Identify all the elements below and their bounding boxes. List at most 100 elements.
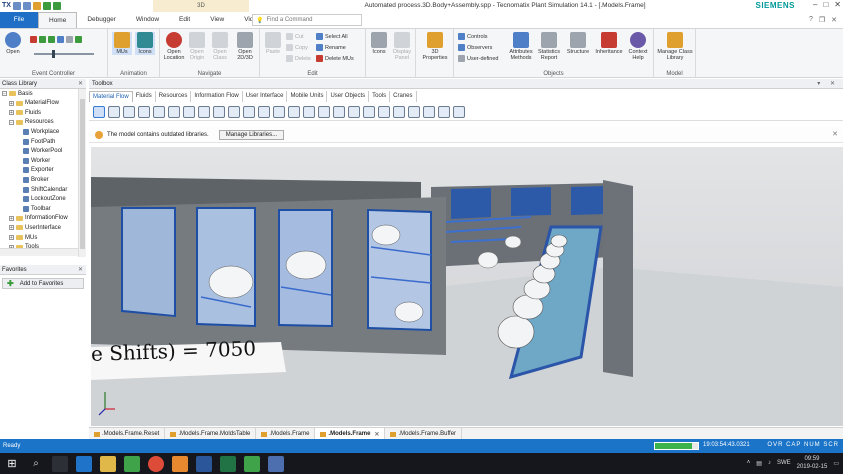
turntable-icon[interactable]: [318, 105, 330, 118]
attributes-methods-button[interactable]: Attributes Methods: [508, 32, 534, 61]
toolbox-tab[interactable]: Material Flow: [89, 91, 133, 102]
notifications-icon[interactable]: ▭: [833, 460, 839, 467]
copy-button[interactable]: Copy: [286, 44, 308, 51]
plant-sim-active-icon[interactable]: [268, 455, 284, 472]
tree-item[interactable]: Broker: [16, 175, 49, 184]
toolbox-tab[interactable]: User Objects: [327, 91, 370, 102]
display-panel-button[interactable]: Display Panel: [391, 32, 413, 61]
line-icon[interactable]: [288, 105, 300, 118]
tree-item[interactable]: LockoutZone: [16, 195, 66, 204]
frame-icon[interactable]: [438, 105, 450, 118]
expand-toggle-icon[interactable]: −: [2, 91, 7, 97]
track-icon[interactable]: [363, 105, 375, 118]
windows-start-icon[interactable]: ⊞: [4, 456, 20, 472]
tree-vertical-scrollbar[interactable]: [78, 89, 86, 257]
tree-item[interactable]: + InformationFlow: [9, 214, 68, 223]
tree-item[interactable]: + MUs: [9, 233, 37, 242]
run-icon[interactable]: [52, 2, 61, 10]
connector-icon[interactable]: [123, 105, 135, 118]
cycle-icon[interactable]: [273, 105, 285, 118]
network-icon[interactable]: ▤: [756, 460, 762, 467]
new-file-icon[interactable]: [12, 2, 21, 10]
edge-icon[interactable]: [76, 455, 92, 472]
expand-toggle-icon[interactable]: +: [9, 215, 14, 221]
open-location-button[interactable]: Open Location: [163, 32, 185, 61]
select-all-button[interactable]: Select All: [316, 33, 348, 40]
two-lane-track-icon[interactable]: [378, 105, 390, 118]
icons-toggle-button[interactable]: Icons: [135, 32, 155, 55]
flow-control-icon[interactable]: [408, 105, 420, 118]
app-icon[interactable]: [124, 455, 140, 472]
shift-icon[interactable]: [228, 105, 240, 118]
tab-view[interactable]: View: [200, 12, 234, 28]
user-defined-button[interactable]: User-defined: [458, 55, 499, 62]
tab-window[interactable]: Window: [126, 12, 169, 28]
close-icon[interactable]: ✕: [834, 0, 841, 9]
explorer-icon[interactable]: [100, 455, 116, 472]
pointer-icon[interactable]: [93, 105, 105, 118]
step-icon[interactable]: [48, 36, 55, 43]
dismantle-icon[interactable]: [213, 105, 225, 118]
statistics-report-button[interactable]: Statistics Report: [536, 32, 562, 61]
play-icon[interactable]: [42, 2, 51, 10]
clock[interactable]: 09:59 2019-02-15: [797, 455, 828, 471]
context-tab-3d[interactable]: 3D: [153, 0, 249, 12]
tree-item[interactable]: Exporter: [16, 166, 54, 175]
open-2d3d-button[interactable]: Open 2D/3D: [234, 32, 256, 61]
maximize-icon[interactable]: □: [823, 0, 828, 9]
reset-icon[interactable]: [30, 36, 37, 43]
infobar-close-icon[interactable]: ✕: [832, 130, 838, 138]
close-tab-icon[interactable]: ✕: [374, 431, 379, 438]
toolbox-window-controls[interactable]: ▾ ✕: [817, 79, 839, 89]
tab-file[interactable]: File: [0, 12, 38, 28]
paste-button[interactable]: Paste: [263, 32, 283, 55]
toolbox-tab[interactable]: Cranes: [390, 91, 417, 102]
store-icon[interactable]: [393, 105, 405, 118]
tab-edit[interactable]: Edit: [169, 12, 200, 28]
panel-close-icon[interactable]: ✕: [78, 79, 83, 89]
speed-slider[interactable]: [34, 50, 94, 58]
toolbox-tab[interactable]: Resources: [156, 91, 192, 102]
expand-toggle-icon[interactable]: +: [9, 100, 14, 106]
tree-item[interactable]: Workplace: [16, 127, 59, 136]
toolbox-tab[interactable]: Fluids: [133, 91, 156, 102]
tree-item[interactable]: + UserInterface: [9, 223, 61, 232]
tray-chevron-icon[interactable]: ˄: [747, 460, 751, 466]
connector-split-icon[interactable]: [423, 105, 435, 118]
stop-icon[interactable]: [66, 36, 73, 43]
help-icon[interactable]: ?: [809, 16, 813, 24]
open-event-controller-button[interactable]: Open: [4, 32, 22, 55]
rename-button[interactable]: Rename: [316, 44, 346, 51]
transfer-station-icon[interactable]: [348, 105, 360, 118]
tree-item[interactable]: + Fluids: [9, 108, 41, 117]
volume-icon[interactable]: ♪: [768, 460, 771, 466]
toolbox-tab[interactable]: User Interface: [243, 91, 288, 102]
angular-converter-icon[interactable]: [303, 105, 315, 118]
command-search-input[interactable]: 💡 Find a Command: [252, 14, 362, 26]
restore-icon[interactable]: ❐: [819, 16, 825, 24]
single-proc-icon[interactable]: [168, 105, 180, 118]
3d-properties-button[interactable]: 3D Properties: [422, 32, 448, 61]
structure-button[interactable]: Structure: [565, 32, 591, 55]
delete-mus-button[interactable]: Delete MUs: [316, 55, 354, 62]
tab-debugger[interactable]: Debugger: [77, 12, 126, 28]
language-indicator[interactable]: SWE: [777, 460, 791, 466]
open-origin-button[interactable]: Open Origin: [187, 32, 207, 61]
excel-icon[interactable]: [220, 455, 236, 472]
tree-item[interactable]: − Basis: [2, 89, 33, 98]
tree-horizontal-scrollbar[interactable]: [0, 248, 78, 256]
speed-slider-thumb[interactable]: [52, 50, 55, 58]
favorites-close-icon[interactable]: ✕: [78, 265, 83, 275]
toolbox-tab[interactable]: Information Flow: [191, 91, 243, 102]
fast-icon[interactable]: [57, 36, 64, 43]
drain-icon[interactable]: [153, 105, 165, 118]
event-controller-icon[interactable]: [108, 105, 120, 118]
toolbox-tab[interactable]: Tools: [369, 91, 391, 102]
manage-class-library-button[interactable]: Manage Class Library: [657, 32, 693, 61]
open-class-button[interactable]: Open Class: [210, 32, 230, 61]
chrome-icon[interactable]: [148, 455, 164, 472]
task-view-icon[interactable]: [52, 455, 68, 472]
minimize-icon[interactable]: –: [813, 0, 817, 9]
buffer-icon[interactable]: [243, 105, 255, 118]
parallel-proc-icon[interactable]: [183, 105, 195, 118]
